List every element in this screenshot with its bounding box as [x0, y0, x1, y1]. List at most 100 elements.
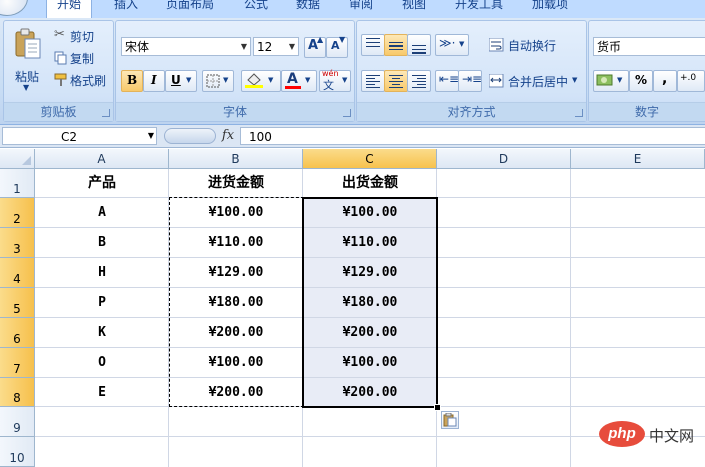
- align-middle-icon: [389, 40, 403, 54]
- copy-marquee: [169, 197, 304, 407]
- tab-data[interactable]: 数据: [296, 0, 320, 13]
- align-center-icon: [389, 75, 403, 89]
- paste-dropdown-arrow-icon: ▼: [23, 83, 30, 92]
- font-group-title: 字体: [116, 102, 354, 121]
- alignment-launcher-icon[interactable]: [575, 109, 583, 117]
- format-painter-button[interactable]: 格式刷: [51, 70, 115, 90]
- phonetic-guide-button[interactable]: wén 文 ▼: [319, 69, 351, 92]
- font-size-combo[interactable]: 12 ▼: [253, 37, 299, 56]
- cell-a4[interactable]: H: [35, 258, 169, 288]
- format-painter-label: 格式刷: [70, 74, 107, 88]
- row-header-6[interactable]: 6: [0, 318, 35, 348]
- insert-function-icon[interactable]: fx: [217, 127, 239, 145]
- row-header-9[interactable]: 9: [0, 407, 35, 437]
- cell-a8[interactable]: E: [35, 378, 169, 407]
- php-logo: php: [599, 421, 645, 447]
- tab-view[interactable]: 视图: [402, 0, 426, 13]
- column-header-e[interactable]: E: [571, 149, 705, 169]
- number-format-combo[interactable]: 货币: [593, 37, 705, 56]
- shrink-font-button[interactable]: A ▼: [326, 35, 348, 58]
- align-bottom-button[interactable]: [407, 34, 431, 56]
- fill-handle[interactable]: [434, 404, 441, 411]
- bold-button[interactable]: B: [121, 70, 143, 92]
- align-top-button[interactable]: [361, 34, 385, 56]
- paste-button[interactable]: 粘贴 ▼: [8, 24, 48, 96]
- clipboard-group-title: 剪贴板: [4, 102, 113, 121]
- wrap-text-button[interactable]: 自动换行: [485, 34, 579, 56]
- formula-bar-splitter[interactable]: [164, 128, 216, 144]
- tab-addins[interactable]: 加载项: [532, 0, 568, 13]
- fill-color-button[interactable]: ▼: [241, 70, 281, 92]
- italic-icon: I: [151, 73, 157, 87]
- font-launcher-icon[interactable]: [343, 109, 351, 117]
- tab-insert[interactable]: 插入: [114, 0, 138, 13]
- row-header-7[interactable]: 7: [0, 348, 35, 378]
- align-right-icon: [412, 75, 426, 89]
- column-header-c[interactable]: C: [303, 149, 437, 169]
- cell-a3[interactable]: B: [35, 228, 169, 258]
- tab-developer[interactable]: 开发工具: [455, 0, 503, 13]
- decrease-indent-button[interactable]: ⇤≡: [435, 70, 459, 92]
- copy-button[interactable]: 复制: [51, 48, 111, 68]
- select-all-button[interactable]: [0, 149, 35, 169]
- cell-a2[interactable]: A: [35, 198, 169, 228]
- row-header-2[interactable]: 2: [0, 198, 35, 228]
- cut-button[interactable]: ✂ 剪切: [51, 26, 111, 46]
- cell-a1[interactable]: 产品: [35, 169, 169, 198]
- cell-a5[interactable]: P: [35, 288, 169, 318]
- cell-c1[interactable]: 出货金额: [303, 169, 437, 198]
- underline-button[interactable]: U ▼: [165, 70, 197, 92]
- row-header-1[interactable]: 1: [0, 169, 35, 198]
- font-color-button[interactable]: A ▼: [281, 70, 317, 92]
- paste-options-button[interactable]: [441, 411, 459, 429]
- scissors-icon: ✂: [54, 27, 65, 42]
- orientation-button[interactable]: ≫· ▼: [435, 34, 469, 56]
- shrink-font-arrow-icon: ▼: [339, 35, 346, 44]
- tab-review[interactable]: 审阅: [349, 0, 373, 13]
- row-header-3[interactable]: 3: [0, 228, 35, 258]
- chevron-down-icon: ▼: [572, 76, 578, 84]
- column-header-d[interactable]: D: [437, 149, 571, 169]
- align-left-button[interactable]: [361, 70, 385, 92]
- chevron-down-icon[interactable]: ▼: [145, 127, 157, 145]
- align-right-button[interactable]: [407, 70, 431, 92]
- row-header-8[interactable]: 8: [0, 378, 35, 407]
- increase-decimal-button[interactable]: +.0: [677, 70, 705, 92]
- merge-center-button[interactable]: 合并后居中 ▼: [485, 70, 583, 92]
- font-name-combo[interactable]: 宋体 ▼: [121, 37, 251, 56]
- borders-button[interactable]: ▼: [202, 70, 234, 92]
- name-box[interactable]: C2: [2, 127, 157, 145]
- tab-home[interactable]: 开始: [46, 0, 93, 18]
- column-header-b[interactable]: B: [169, 149, 303, 169]
- clipboard-launcher-icon[interactable]: [102, 109, 110, 117]
- row-header-4[interactable]: 4: [0, 258, 35, 288]
- font-color-icon: A: [287, 71, 298, 87]
- borders-icon: [206, 74, 220, 88]
- formula-input[interactable]: 100: [240, 127, 705, 145]
- align-center-button[interactable]: [384, 70, 408, 92]
- increase-indent-button[interactable]: ⇥≡: [458, 70, 482, 92]
- cell-a7[interactable]: O: [35, 348, 169, 378]
- grow-font-button[interactable]: A ▲: [304, 35, 326, 58]
- tab-formulas[interactable]: 公式: [244, 0, 268, 13]
- row-header-10[interactable]: 10: [0, 437, 35, 467]
- align-middle-button[interactable]: [384, 34, 408, 56]
- column-header-a[interactable]: A: [35, 149, 169, 169]
- row-header-5[interactable]: 5: [0, 288, 35, 318]
- alignment-group: ≫· ▼ 自动换行 ⇤≡ ⇥≡ 合并后居中 ▼ 对齐方式: [356, 20, 587, 122]
- comma-style-button[interactable]: ,: [653, 70, 677, 92]
- comma-icon: ,: [662, 71, 668, 87]
- percent-style-button[interactable]: %: [629, 70, 653, 92]
- italic-button[interactable]: I: [143, 70, 165, 92]
- clipboard-group: 粘贴 ▼ ✂ 剪切 复制 格式刷 剪贴板: [3, 20, 114, 122]
- tab-page-layout[interactable]: 页面布局: [166, 0, 214, 13]
- cell-a6[interactable]: K: [35, 318, 169, 348]
- font-size-value: 12: [257, 40, 273, 54]
- worksheet-grid[interactable]: A B C D E 1 2 3 4 5 6 7 8 9 10 产品 进货金额 出…: [0, 149, 705, 467]
- chevron-down-icon: ▼: [268, 76, 274, 84]
- increase-decimal-icon: +.0: [680, 73, 697, 83]
- accounting-format-button[interactable]: ▼: [593, 70, 629, 92]
- row-number: 9: [13, 421, 21, 435]
- cell-b1[interactable]: 进货金额: [169, 169, 303, 198]
- office-button[interactable]: [0, 0, 28, 16]
